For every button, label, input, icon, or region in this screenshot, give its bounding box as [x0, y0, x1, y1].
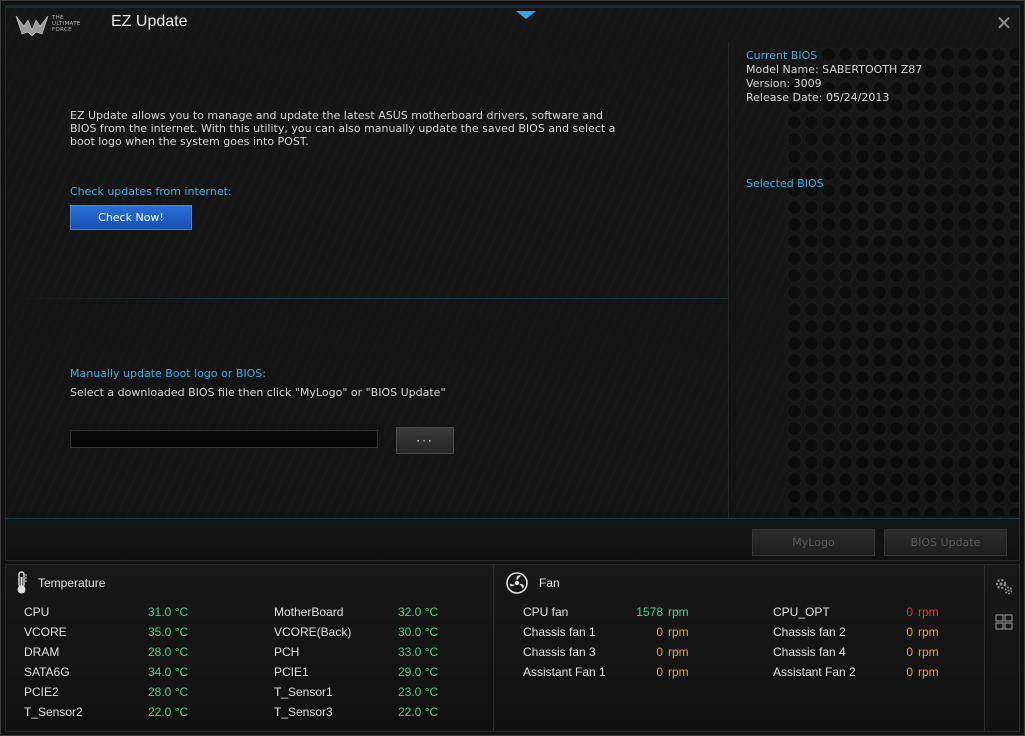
monitor-side-controls	[986, 565, 1021, 731]
check-now-button[interactable]: Check Now!	[70, 205, 192, 230]
temp-value-t-sensor1: 23.0 °C	[398, 685, 439, 699]
temp-label-motherboard: MotherBoard	[274, 605, 344, 619]
temperature-section: Temperature CPU 31.0 °C VCORE 35.0 °C DR…	[6, 565, 494, 731]
fan-value-chassis-fan-4: 0	[906, 645, 913, 659]
ez-update-window: THE ULTIMATE FORCE EZ Update ✕ EZ Update…	[0, 0, 1025, 736]
fan-unit-chassis-fan-2: rpm	[918, 625, 939, 639]
collapse-arrow-icon[interactable]	[516, 11, 536, 19]
action-bar: MyLogo BIOS Update	[6, 518, 1019, 560]
fan-label-assistant-fan-2: Assistant Fan 2	[773, 665, 856, 679]
fan-label-assistant-fan-1: Assistant Fan 1	[523, 665, 606, 679]
temp-label-pcie1: PCIE1	[274, 665, 309, 679]
temp-label-cpu: CPU	[24, 605, 50, 619]
fan-unit-chassis-fan-1: rpm	[668, 625, 689, 639]
fan-value-chassis-fan-2: 0	[906, 625, 913, 639]
browse-button[interactable]: ···	[396, 427, 454, 454]
fan-value-chassis-fan-1: 0	[656, 625, 663, 639]
check-updates-label: Check updates from internet:	[70, 185, 232, 198]
close-icon[interactable]: ✕	[995, 13, 1013, 33]
fan-section: Fan CPU fan 1578 rpm Chassis fan 1 0 rpm…	[495, 565, 985, 731]
temp-value-sata6g: 34.0 °C	[148, 665, 189, 679]
selected-bios-heading: Selected BIOS	[746, 177, 824, 190]
temp-value-pch: 33.0 °C	[398, 645, 439, 659]
fan-unit-chassis-fan-3: rpm	[668, 645, 689, 659]
temp-label-vcore: VCORE	[24, 625, 67, 639]
app-title: EZ Update	[111, 13, 188, 30]
thermometer-icon	[17, 571, 27, 594]
temp-value-vcore: 35.0 °C	[148, 625, 189, 639]
current-bios-info: Current BIOS Model Name: SABERTOOTH Z87 …	[746, 49, 922, 105]
temp-label-pcie2: PCIE2	[24, 685, 59, 699]
model-name: Model Name: SABERTOOTH Z87	[746, 63, 923, 76]
speaker-mesh-decoration	[786, 46, 1019, 516]
section-divider	[6, 298, 728, 299]
grid-view-icon[interactable]	[993, 611, 1015, 633]
mylogo-button[interactable]: MyLogo	[752, 529, 875, 556]
fan-label-cpu-fan: CPU fan	[523, 605, 569, 619]
fan-unit-assistant-fan-1: rpm	[668, 665, 689, 679]
current-bios-heading: Current BIOS	[746, 49, 818, 62]
temp-label-vcore-back: VCORE(Back)	[274, 625, 352, 639]
vertical-divider	[728, 42, 729, 518]
temperature-title: Temperature	[38, 576, 106, 590]
temp-value-pcie2: 28.0 °C	[148, 685, 189, 699]
temp-label-t-sensor2: T_Sensor2	[24, 705, 83, 719]
release-date: Release Date: 05/24/2013	[746, 91, 890, 104]
fan-label-cpu-opt: CPU_OPT	[773, 605, 830, 619]
manual-update-instructions: Select a downloaded BIOS file then click…	[70, 386, 446, 399]
temp-value-motherboard: 32.0 °C	[398, 605, 439, 619]
temp-value-cpu: 31.0 °C	[148, 605, 189, 619]
temp-value-t-sensor3: 22.0 °C	[398, 705, 439, 719]
fan-unit-cpu-opt: rpm	[918, 605, 939, 619]
top-accent-line	[6, 6, 1019, 8]
fan-unit-cpu-fan: rpm	[668, 605, 689, 619]
fan-title: Fan	[539, 576, 560, 590]
fan-icon	[506, 572, 528, 594]
bios-version: Version: 3009	[746, 77, 822, 90]
temp-label-dram: DRAM	[24, 645, 60, 659]
temperature-header: Temperature	[16, 571, 105, 595]
temp-label-t-sensor3: T_Sensor3	[274, 705, 333, 719]
fan-label-chassis-fan-3: Chassis fan 3	[523, 645, 596, 659]
bios-update-button[interactable]: BIOS Update	[884, 529, 1007, 556]
temp-value-vcore-back: 30.0 °C	[398, 625, 439, 639]
fan-value-assistant-fan-1: 0	[656, 665, 663, 679]
fan-value-assistant-fan-2: 0	[906, 665, 913, 679]
temp-value-dram: 28.0 °C	[148, 645, 189, 659]
fan-value-cpu-fan: 1578	[636, 605, 663, 619]
temp-label-t-sensor1: T_Sensor1	[274, 685, 333, 699]
hardware-monitor-panel: Temperature CPU 31.0 °C VCORE 35.0 °C DR…	[5, 564, 1020, 732]
description-text: EZ Update allows you to manage and updat…	[70, 109, 616, 148]
main-panel: THE ULTIMATE FORCE EZ Update ✕ EZ Update…	[5, 5, 1020, 561]
temp-label-sata6g: SATA6G	[24, 665, 70, 679]
fan-header: Fan	[505, 571, 560, 595]
fan-value-chassis-fan-3: 0	[656, 645, 663, 659]
fan-unit-chassis-fan-4: rpm	[918, 645, 939, 659]
fan-value-cpu-opt: 0	[906, 605, 913, 619]
temp-value-t-sensor2: 22.0 °C	[148, 705, 189, 719]
fan-label-chassis-fan-1: Chassis fan 1	[523, 625, 596, 639]
logo-text: THE ULTIMATE FORCE	[52, 15, 81, 33]
temp-value-pcie1: 29.0 °C	[398, 665, 439, 679]
fan-label-chassis-fan-4: Chassis fan 4	[773, 645, 846, 659]
bios-file-path-field[interactable]	[70, 430, 378, 448]
temp-label-pch: PCH	[274, 645, 300, 659]
fan-label-chassis-fan-2: Chassis fan 2	[773, 625, 846, 639]
fan-unit-assistant-fan-2: rpm	[918, 665, 939, 679]
manual-update-label: Manually update Boot logo or BIOS:	[70, 367, 266, 380]
gear-icon[interactable]	[993, 575, 1015, 597]
